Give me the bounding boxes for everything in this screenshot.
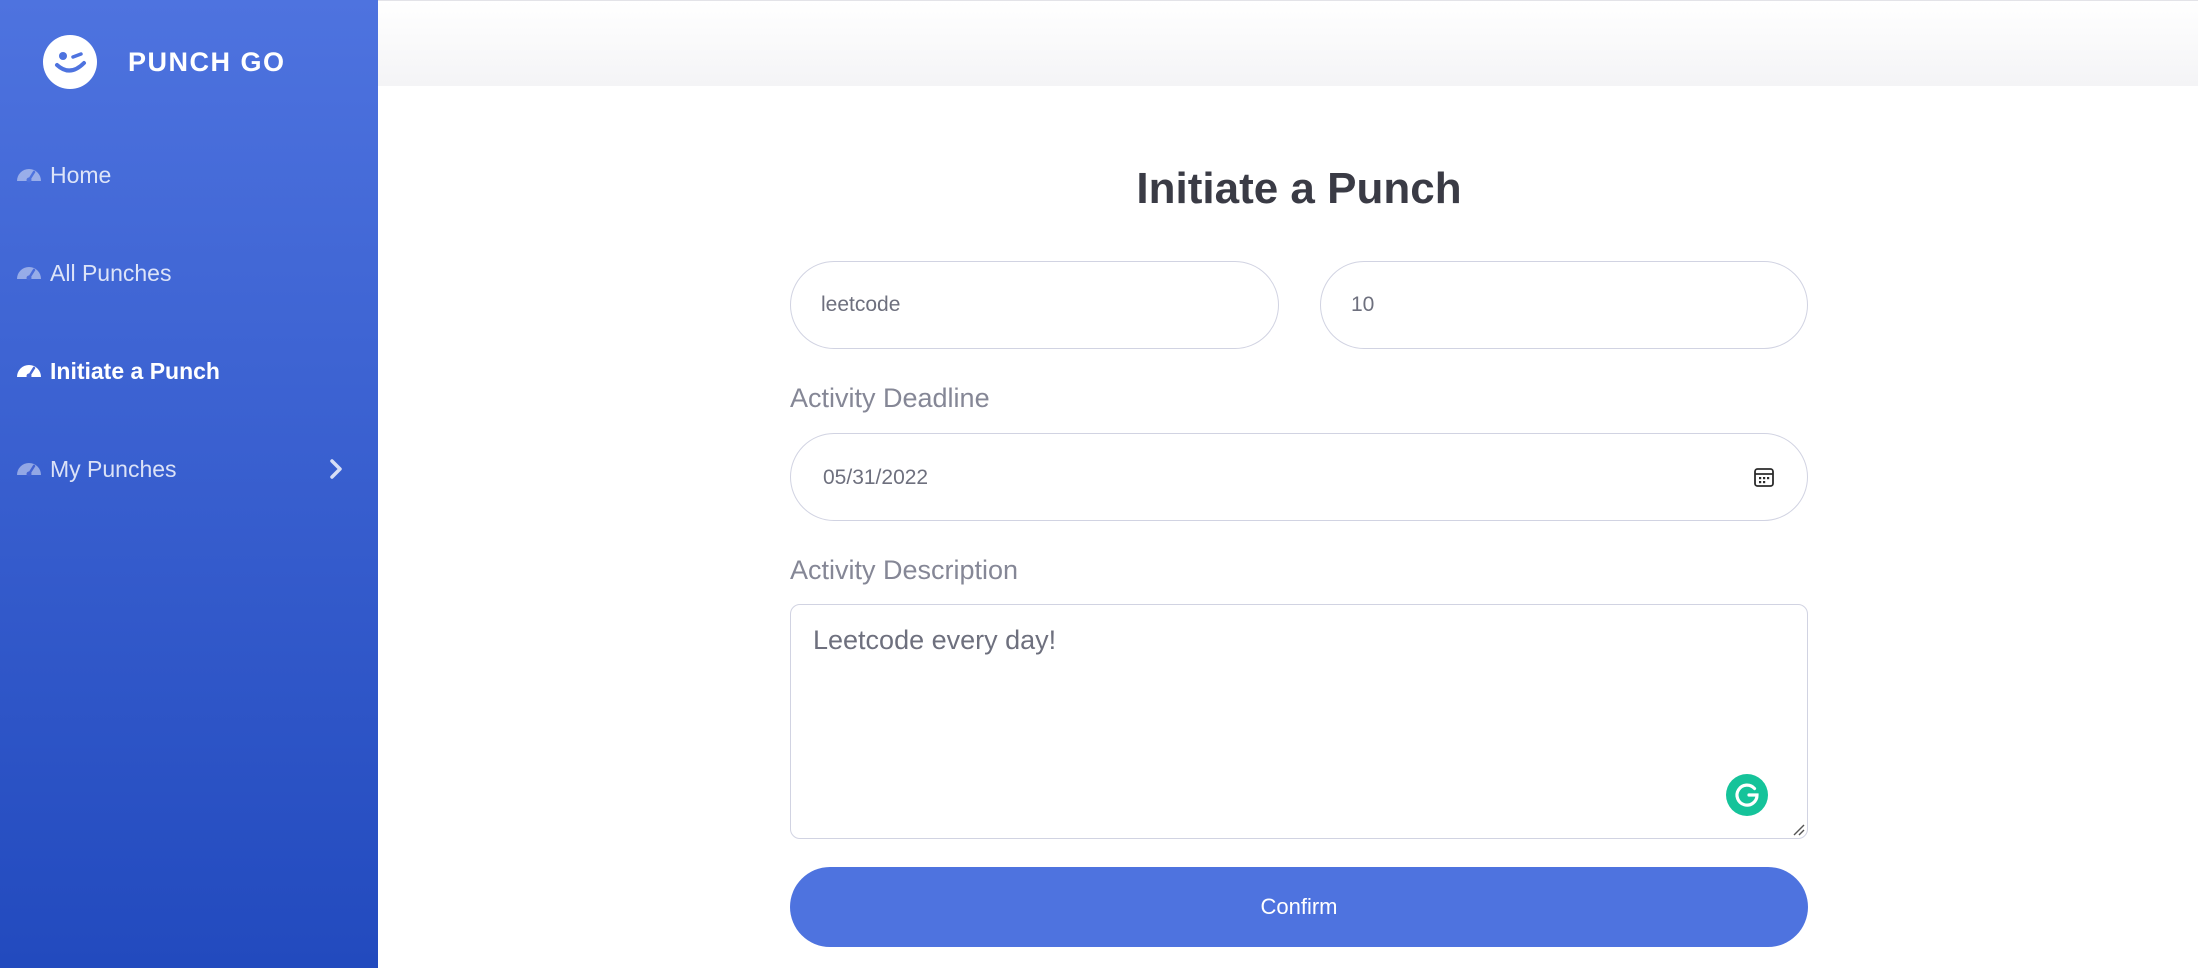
calendar-icon[interactable] bbox=[1753, 466, 1775, 488]
sidebar-item-my-punches[interactable]: My Punches bbox=[0, 444, 378, 494]
app-root: PUNCH GO Home All Punches Initiate a Pun… bbox=[0, 0, 2198, 968]
sidebar-item-initiate-punch[interactable]: Initiate a Punch bbox=[0, 346, 378, 396]
sidebar-item-label: All Punches bbox=[50, 259, 172, 286]
description-textarea[interactable]: Leetcode every day! bbox=[790, 604, 1808, 839]
sidebar-item-label: Home bbox=[50, 161, 112, 188]
sidebar-item-label: Initiate a Punch bbox=[50, 357, 220, 384]
topbar bbox=[378, 0, 2198, 86]
brand-name: PUNCH GO bbox=[128, 46, 286, 77]
activity-name-input[interactable] bbox=[790, 261, 1279, 349]
tachometer-icon bbox=[17, 365, 41, 379]
sidebar: PUNCH GO Home All Punches Initiate a Pun… bbox=[0, 0, 378, 968]
deadline-date-value: 05/31/2022 bbox=[823, 466, 929, 489]
wink-face-icon bbox=[43, 35, 97, 89]
brand[interactable]: PUNCH GO bbox=[42, 34, 286, 90]
resize-handle-icon[interactable] bbox=[1791, 822, 1805, 836]
grammarly-icon[interactable] bbox=[1725, 773, 1769, 817]
page-title: Initiate a Punch bbox=[1136, 164, 1462, 213]
punch-count-input[interactable] bbox=[1320, 261, 1808, 349]
deadline-label: Activity Deadline bbox=[790, 383, 990, 413]
deadline-date-field[interactable]: 05/31/2022 bbox=[790, 433, 1808, 521]
description-text: Leetcode every day! bbox=[813, 625, 1057, 655]
tachometer-icon bbox=[17, 267, 41, 281]
description-label: Activity Description bbox=[790, 555, 1019, 585]
sidebar-item-all-punches[interactable]: All Punches bbox=[0, 248, 378, 298]
tachometer-icon bbox=[17, 169, 41, 183]
chevron-right-icon bbox=[330, 459, 342, 479]
confirm-button[interactable]: Confirm bbox=[790, 867, 1808, 947]
sidebar-item-home[interactable]: Home bbox=[0, 150, 378, 200]
sidebar-item-label: My Punches bbox=[50, 455, 177, 482]
tachometer-icon bbox=[17, 463, 41, 477]
